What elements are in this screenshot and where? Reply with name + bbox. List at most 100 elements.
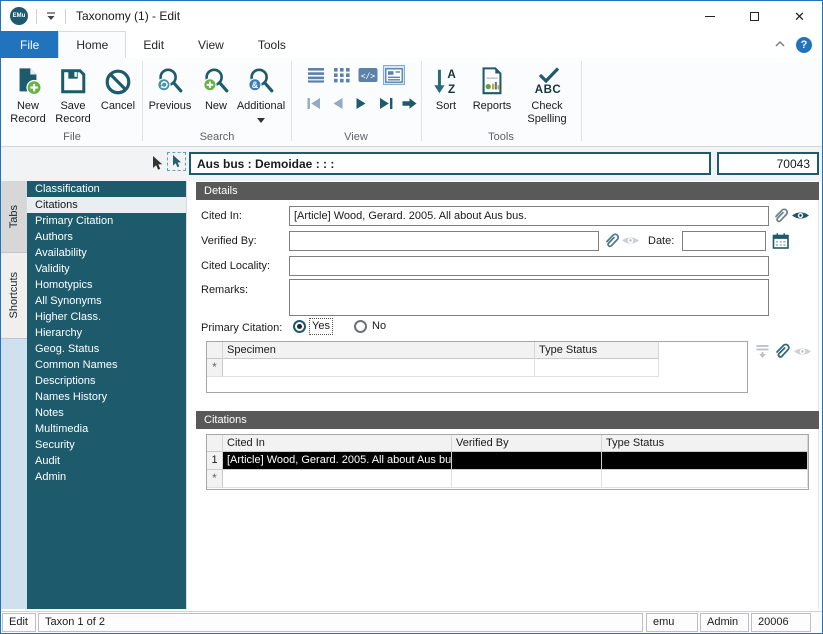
primary-citation-yes-label[interactable]: Yes	[309, 318, 333, 335]
sidebar-item-audit[interactable]: Audit	[27, 453, 186, 469]
help-icon[interactable]: ?	[796, 36, 812, 53]
cited-in-attach-icon[interactable]	[771, 206, 789, 225]
code-view-icon[interactable]: </>	[357, 65, 379, 85]
row-number[interactable]: 1	[207, 452, 223, 470]
minimize-button[interactable]	[687, 1, 732, 31]
cancel-button[interactable]: Cancel	[96, 61, 140, 113]
previous-search-icon	[155, 63, 185, 97]
sidebar-item-primary-citation[interactable]: Primary Citation	[27, 213, 186, 229]
fill-down-icon[interactable]	[755, 344, 770, 359]
emu-logo-icon[interactable]: EMu	[10, 7, 28, 25]
sidebar-item-descriptions[interactable]: Descriptions	[27, 373, 186, 389]
details-view-icon[interactable]	[383, 65, 405, 85]
additional-search-button[interactable]: & Additional	[233, 61, 289, 126]
verified-by-cell[interactable]	[452, 452, 602, 470]
collapse-ribbon-icon[interactable]	[774, 39, 786, 51]
sidebar-item-admin[interactable]: Admin	[27, 469, 186, 485]
sidebar-item-common-names[interactable]: Common Names	[27, 357, 186, 373]
type-status-cell[interactable]	[602, 470, 808, 488]
sidebar-item-availability[interactable]: Availability	[27, 245, 186, 261]
sidebar-item-classification[interactable]: Classification	[27, 181, 186, 197]
close-button[interactable]: ✕	[777, 1, 822, 31]
cited-in-view-icon[interactable]	[791, 209, 810, 222]
new-record-label: New Record	[10, 100, 46, 125]
cited-in-cell[interactable]	[223, 470, 452, 488]
verified-by-cell[interactable]	[452, 470, 602, 488]
primary-citation-no-label[interactable]: No	[372, 319, 386, 334]
sidebar-item-names-history[interactable]: Names History	[27, 389, 186, 405]
date-calendar-icon[interactable]	[772, 232, 790, 250]
sidebar-item-validity[interactable]: Validity	[27, 261, 186, 277]
sidebar-item-notes[interactable]: Notes	[27, 405, 186, 421]
new-search-button[interactable]: New	[197, 61, 235, 113]
minimize-icon	[704, 15, 715, 17]
previous-record-icon[interactable]	[329, 95, 346, 112]
goto-record-icon[interactable]	[401, 95, 418, 112]
tab-home[interactable]: Home	[58, 31, 127, 58]
list-view-icon[interactable]	[305, 65, 327, 85]
cancel-icon	[103, 63, 133, 97]
cited-locality-label: Cited Locality:	[201, 260, 271, 272]
grid-view-icon[interactable]	[331, 65, 353, 85]
remarks-input[interactable]	[289, 279, 769, 316]
reports-button[interactable]: Reports	[467, 61, 517, 113]
main-panel: Details Cited In: Verified By: Date:	[196, 181, 819, 609]
sidebar-item-higher-class[interactable]: Higher Class.	[27, 309, 186, 325]
new-row-marker[interactable]: *	[207, 470, 223, 488]
previous-search-button[interactable]: Previous	[145, 61, 195, 113]
citations-new-row[interactable]: *	[207, 470, 808, 488]
record-summary: Aus bus : Demoidae : : :	[189, 152, 711, 175]
primary-citation-yes-radio[interactable]	[293, 320, 306, 333]
sidebar-item-citations[interactable]: Citations	[27, 197, 186, 213]
verified-by-view-icon[interactable]	[621, 234, 640, 247]
citations-section-header: Citations	[196, 411, 819, 429]
tab-edit[interactable]: Edit	[126, 31, 181, 58]
verified-by-input[interactable]	[289, 231, 599, 251]
marquee-select-cursor-icon[interactable]	[167, 152, 186, 171]
sidebar-item-hierarchy[interactable]: Hierarchy	[27, 325, 186, 341]
date-input[interactable]	[682, 231, 766, 251]
maximize-button[interactable]	[732, 1, 777, 31]
specimen-grid-new-row[interactable]: *	[207, 359, 747, 377]
specimen-view-icon[interactable]	[793, 345, 812, 358]
status-record-position: Taxon 1 of 2	[38, 613, 643, 632]
check-spelling-button[interactable]: ABC Check Spelling	[518, 61, 576, 126]
type-status-column-header: Type Status	[535, 342, 659, 359]
save-record-button[interactable]: Save Record	[51, 61, 95, 126]
type-status-cell[interactable]	[535, 359, 659, 377]
sort-button[interactable]: A Z Sort	[426, 61, 466, 113]
cited-in-cell[interactable]: [Article] Wood, Gerard. 2005. All about …	[223, 452, 452, 470]
type-status-column-header: Type Status	[602, 435, 808, 452]
type-status-cell[interactable]	[602, 452, 808, 470]
maximize-icon	[750, 11, 759, 21]
sidebar-item-multimedia[interactable]: Multimedia	[27, 421, 186, 437]
tab-view[interactable]: View	[181, 31, 241, 58]
specimen-cell[interactable]	[223, 359, 535, 377]
sidebar-item-homotypics[interactable]: Homotypics	[27, 277, 186, 293]
citations-grid: Cited In Verified By Type Status 1 [Arti…	[206, 434, 809, 490]
tab-file[interactable]: File	[1, 31, 59, 58]
select-cursor-icon[interactable]	[150, 155, 164, 175]
specimen-attach-icon[interactable]	[772, 341, 791, 361]
sidebar-item-authors[interactable]: Authors	[27, 229, 186, 245]
quick-access-dropdown-icon[interactable]	[45, 11, 57, 22]
cited-in-input[interactable]	[289, 206, 769, 226]
citations-row-selected[interactable]: 1 [Article] Wood, Gerard. 2005. All abou…	[207, 452, 808, 470]
new-row-marker[interactable]: *	[207, 359, 223, 377]
svg-text:&: &	[252, 80, 259, 90]
sidebar-item-security[interactable]: Security	[27, 437, 186, 453]
additional-search-icon: &	[246, 63, 276, 97]
new-record-button[interactable]: New Record	[5, 61, 51, 126]
next-record-icon[interactable]	[353, 95, 370, 112]
first-record-icon[interactable]	[305, 95, 322, 112]
tab-tools[interactable]: Tools	[241, 31, 303, 58]
additional-dropdown-icon	[257, 114, 265, 126]
rail-tab-tabs[interactable]: Tabs	[1, 181, 27, 253]
cited-locality-input[interactable]	[289, 256, 769, 276]
rail-tab-shortcuts[interactable]: Shortcuts	[1, 253, 27, 339]
sidebar-item-all-synonyms[interactable]: All Synonyms	[27, 293, 186, 309]
verified-by-attach-icon[interactable]	[602, 231, 620, 250]
sidebar-item-geog-status[interactable]: Geog. Status	[27, 341, 186, 357]
last-record-icon[interactable]	[377, 95, 394, 112]
primary-citation-no-radio[interactable]	[354, 320, 367, 333]
